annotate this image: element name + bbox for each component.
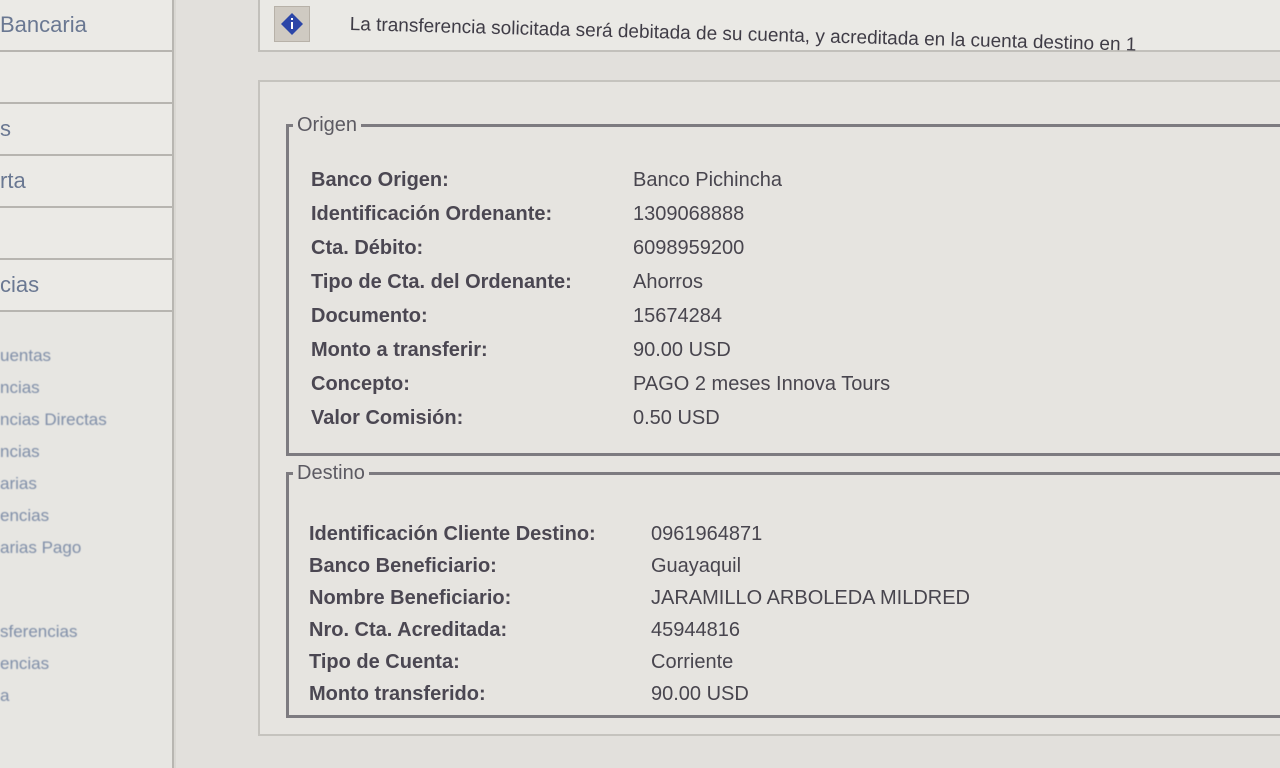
sidebar-menu-label: s [0, 116, 11, 141]
destino-fieldset: Destino Identificación Cliente Destino: 0… [286, 462, 1280, 718]
destino-row: Tipo de Cuenta: Corriente [309, 651, 1209, 681]
destino-legend: Destino [297, 462, 365, 484]
origen-row: Cta. Débito: 6098959200 [311, 237, 1211, 267]
origen-row: Banco Origen: Banco Pichincha [311, 169, 1211, 199]
sidebar-menu-label: Bancaria [0, 12, 87, 37]
sidebar-menu-item[interactable]: rta [0, 156, 172, 208]
destino-field-value: JARAMILLO ARBOLEDA MILDRED [651, 587, 970, 609]
sidebar-link[interactable]: ncias [0, 436, 172, 468]
origen-field-value: Ahorros [633, 271, 704, 293]
destino-field-label: Nombre Beneficiario: [309, 587, 512, 609]
sidebar-link[interactable]: sferencias [0, 616, 172, 648]
origen-field-label: Banco Origen: [311, 169, 449, 191]
sidebar-menu-item[interactable]: cias [0, 260, 172, 312]
origen-row: Concepto: PAGO 2 meses Innova Tours [311, 373, 1211, 403]
destino-field-label: Monto transferido: [309, 683, 486, 705]
origen-field-value: 90.00 USD [633, 339, 731, 361]
origen-fieldset: Origen Banco Origen: Banco Pichincha Ident… [286, 114, 1280, 456]
sidebar-link[interactable]: arias [0, 468, 172, 500]
notice-text: La transferencia solicitada será debitad… [349, 14, 1137, 56]
sidebar-link[interactable]: encias [0, 500, 172, 532]
transfer-summary-panel: Origen Banco Origen: Banco Pichincha Ident… [258, 80, 1280, 736]
destino-row: Identificación Cliente Destino: 096196487… [309, 523, 1209, 553]
sidebar-menu-item[interactable]: s [0, 104, 172, 156]
sidebar-menu-item[interactable] [0, 52, 172, 104]
origen-field-label: Monto a transferir: [311, 339, 488, 361]
origen-field-label: Valor Comisión: [311, 407, 464, 429]
destino-field-value: 45944816 [651, 619, 740, 641]
sidebar-link[interactable]: uentas [0, 340, 172, 372]
destino-field-label: Identificación Cliente Destino: [309, 523, 596, 545]
origen-field-label: Documento: [311, 305, 428, 327]
destino-field-value: Corriente [651, 651, 734, 673]
destino-field-label: Tipo de Cuenta: [309, 651, 460, 673]
sidebar-link[interactable]: a [0, 680, 172, 712]
origen-field-label: Tipo de Cta. del Ordenante: [311, 271, 572, 293]
destino-field-value: 0961964871 [651, 523, 763, 545]
sidebar-link[interactable]: ncias Directas [0, 404, 172, 436]
origen-field-value: 15674284 [633, 305, 722, 327]
origen-field-value: Banco Pichincha [633, 169, 782, 191]
info-notice: La transferencia solicitada será debitad… [258, 0, 1280, 56]
sidebar-menu-item[interactable] [0, 208, 172, 260]
info-icon [274, 6, 310, 42]
destino-field-value: Guayaquil [651, 555, 742, 577]
sidebar-menu-label: rta [0, 168, 26, 193]
sidebar-link[interactable]: encias [0, 648, 172, 680]
destino-row: Banco Beneficiario: Guayaquil [309, 555, 1209, 585]
origen-legend: Origen [297, 114, 358, 136]
origen-row: Monto a transferir: 90.00 USD [311, 339, 1211, 369]
origen-row: Documento: 15674284 [311, 305, 1211, 335]
destino-field-label: Banco Beneficiario: [309, 555, 497, 577]
sidebar-menu-item[interactable]: Bancaria [0, 0, 172, 52]
origen-field-label: Identificación Ordenante: [311, 203, 553, 225]
origen-field-value: PAGO 2 meses Innova Tours [633, 373, 891, 395]
origen-field-label: Concepto: [311, 373, 410, 395]
sidebar-menu-label: cias [0, 272, 40, 297]
sidebar-link[interactable]: arias Pago [0, 532, 172, 564]
origen-row: Tipo de Cta. del Ordenante: Ahorros [311, 271, 1211, 301]
origen-row: Identificación Ordenante: 1309068888 [311, 203, 1211, 233]
destino-row: Monto transferido: 90.00 USD [309, 683, 1209, 713]
origen-field-value: 1309068888 [633, 203, 745, 225]
destino-field-label: Nro. Cta. Acreditada: [309, 619, 508, 641]
origen-field-value: 0.50 USD [633, 407, 720, 429]
origen-row: Valor Comisión: 0.50 USD [311, 407, 1211, 437]
destino-row: Nombre Beneficiario: JARAMILLO ARBOLEDA M… [309, 587, 1209, 617]
sidebar-link[interactable]: ncias [0, 372, 172, 404]
origen-field-value: 6098959200 [633, 237, 745, 259]
destino-row: Nro. Cta. Acreditada: 45944816 [309, 619, 1209, 649]
sidebar: Bancaria s rta cias uentas ncias ncias D… [0, 0, 174, 768]
origen-field-label: Cta. Débito: [311, 237, 424, 259]
main-content: La transferencia solicitada será debitad… [176, 0, 1280, 768]
destino-field-value: 90.00 USD [651, 683, 749, 705]
